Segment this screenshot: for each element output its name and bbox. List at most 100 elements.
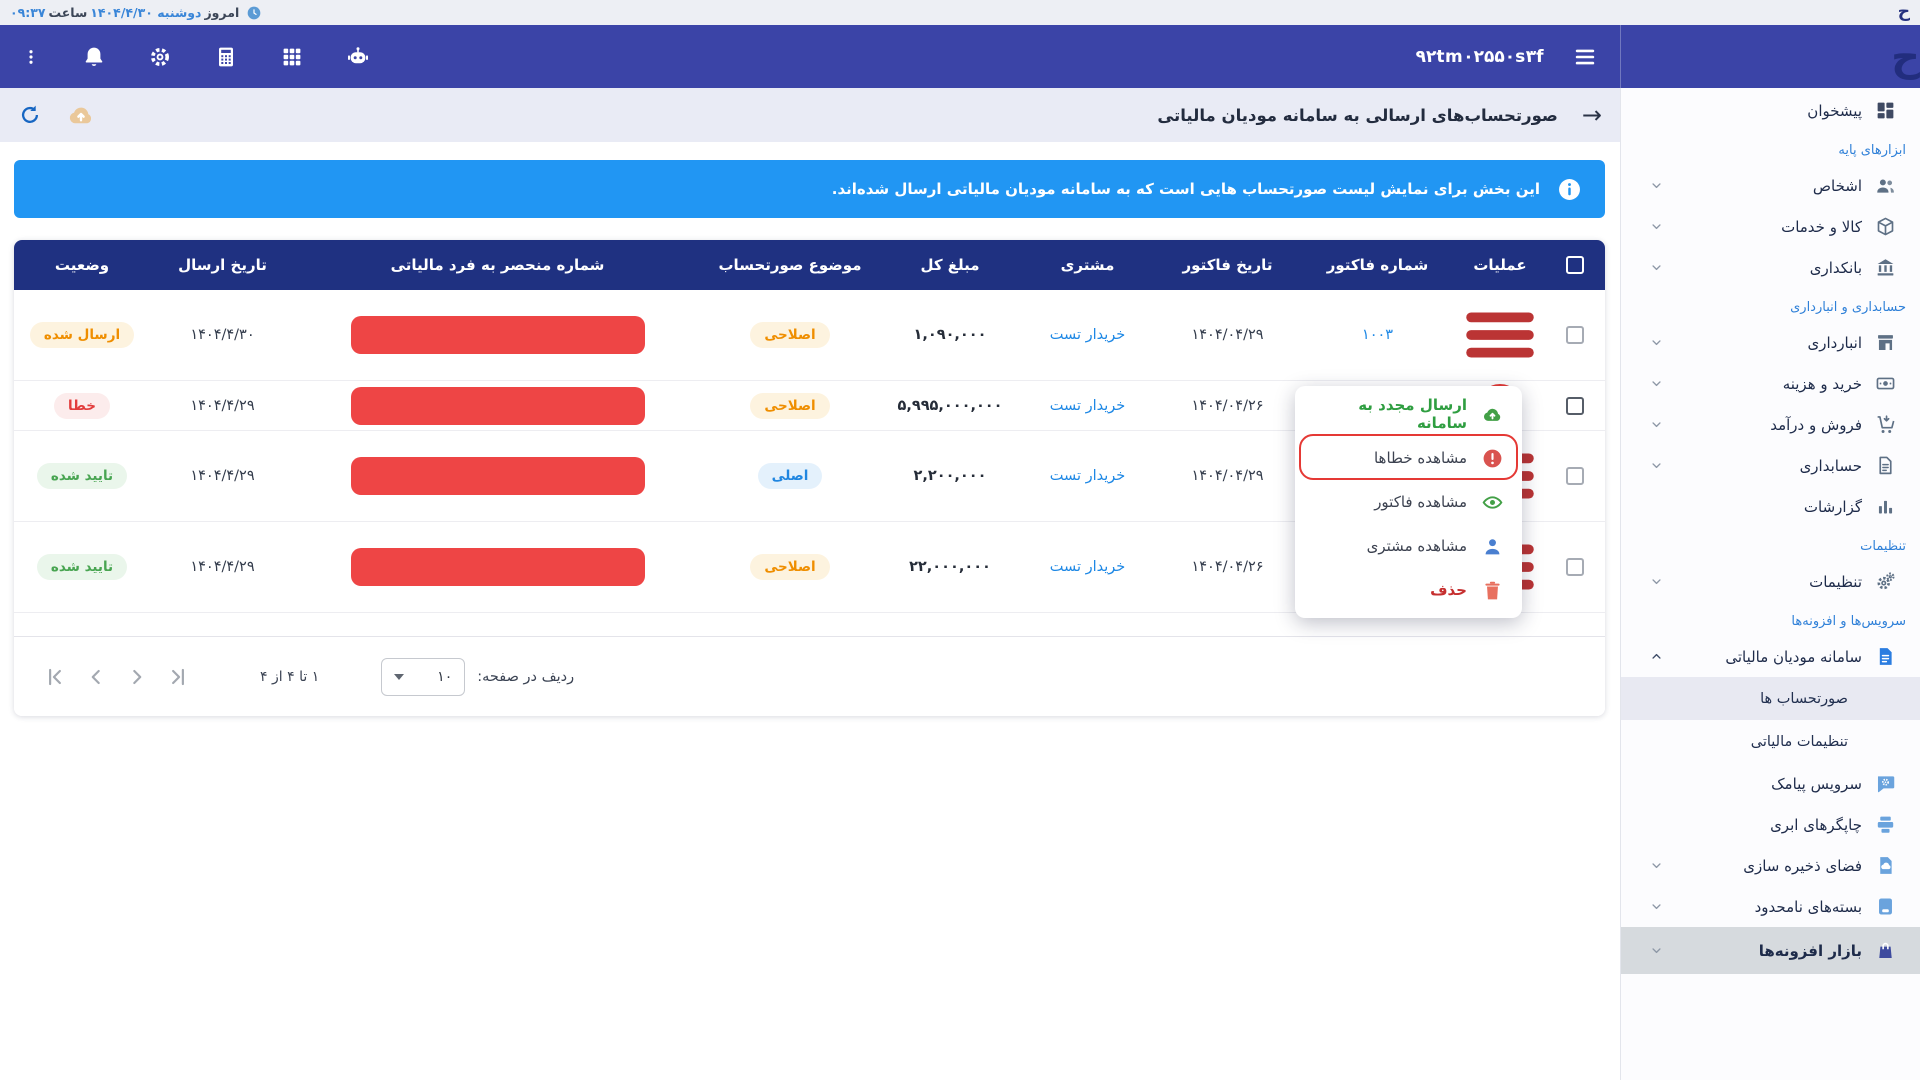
bag-icon bbox=[1875, 940, 1896, 961]
cell-subject: اصلاحی bbox=[700, 290, 880, 381]
status-badge: خطا bbox=[54, 393, 110, 419]
chevron-down-icon bbox=[1649, 943, 1664, 958]
sidebar-item-label: انبارداری bbox=[1807, 334, 1862, 352]
apps-grid-icon[interactable] bbox=[280, 45, 304, 69]
customer-link[interactable]: خریدار تست bbox=[1050, 559, 1125, 575]
cell-invoice-no: ۱۰۰۳ bbox=[1300, 290, 1455, 381]
sidebar-subitem[interactable]: صورتحساب ها bbox=[1621, 677, 1920, 720]
cell-select bbox=[1545, 290, 1605, 381]
cell-total: ۱,۰۹۰,۰۰۰ bbox=[880, 290, 1020, 381]
sidebar-item[interactable]: بانکداری bbox=[1621, 247, 1920, 288]
status-badge: تایید شده bbox=[37, 463, 127, 489]
sidebar-item[interactable]: تنظیمات bbox=[1621, 561, 1920, 602]
menu-item[interactable]: حذف bbox=[1295, 568, 1522, 612]
cloud-upload-toolbar-icon[interactable] bbox=[66, 100, 96, 130]
sidebar-item[interactable]: فضای ذخیره سازی bbox=[1621, 845, 1920, 886]
sidebar-item[interactable]: انبارداری bbox=[1621, 322, 1920, 363]
trash-icon bbox=[1481, 579, 1504, 602]
cell-status: خطا bbox=[14, 381, 150, 431]
rows-per-page-label: ردیف در صفحه: bbox=[477, 669, 574, 685]
sidebar-item[interactable]: پیشخوان bbox=[1621, 90, 1920, 131]
sidebar: پیشخوانابزارهای پایهاشخاصکالا و خدمات بان… bbox=[1620, 88, 1920, 1080]
row-actions-button[interactable] bbox=[1455, 290, 1545, 380]
row-checkbox[interactable] bbox=[1566, 326, 1584, 344]
sidebar-item[interactable]: بسته‌های نامحدود bbox=[1621, 886, 1920, 927]
document-icon bbox=[1875, 455, 1896, 476]
tax-uid-redacted-block bbox=[351, 457, 645, 495]
subject-badge: اصلاحی bbox=[750, 393, 829, 419]
menu-item[interactable]: مشاهده مشتری bbox=[1295, 524, 1522, 568]
prev-page-icon[interactable] bbox=[83, 664, 109, 690]
cell-subject: اصلاحی bbox=[700, 381, 880, 431]
cell-select bbox=[1545, 522, 1605, 613]
select-all-checkbox[interactable] bbox=[1566, 256, 1584, 274]
chevron-down-icon bbox=[1649, 376, 1664, 391]
rows-per-page-select[interactable]: ۱۰ bbox=[381, 658, 465, 696]
error-icon bbox=[1481, 447, 1504, 470]
sidebar-item-label: سرویس پیامک bbox=[1771, 775, 1862, 793]
menu-item[interactable]: مشاهده فاکتور bbox=[1295, 480, 1522, 524]
cell-customer: خریدار تست bbox=[1020, 431, 1155, 522]
hamburger-menu-icon[interactable] bbox=[1572, 44, 1598, 70]
sidebar-item[interactable]: سامانه مودیان مالیاتی bbox=[1621, 636, 1920, 677]
customer-link[interactable]: خریدار تست bbox=[1050, 468, 1125, 484]
next-page-icon[interactable] bbox=[124, 664, 150, 690]
menu-item[interactable]: ارسال مجدد به سامانه bbox=[1295, 392, 1522, 436]
sidebar-header: ح bbox=[1620, 25, 1920, 88]
notifications-bell-icon[interactable] bbox=[82, 45, 106, 69]
datetime: امروز دوشنبه ۱۴۰۴/۴/۳۰ ساعت ۰۹:۳۷ bbox=[10, 5, 262, 21]
sidebar-item[interactable]: فروش و درآمد bbox=[1621, 404, 1920, 445]
cash-icon bbox=[1875, 373, 1896, 394]
row-checkbox[interactable] bbox=[1566, 558, 1584, 576]
calculator-icon[interactable] bbox=[214, 45, 238, 69]
sidebar-item[interactable]: خرید و هزینه bbox=[1621, 363, 1920, 404]
sidebar-item-label: سامانه مودیان مالیاتی bbox=[1725, 648, 1862, 666]
last-page-icon[interactable] bbox=[165, 664, 191, 690]
cell-tax-uid bbox=[295, 431, 700, 522]
sidebar-item[interactable]: اشخاص bbox=[1621, 165, 1920, 206]
row-checkbox[interactable] bbox=[1566, 397, 1584, 415]
chevron-down-icon bbox=[1649, 458, 1664, 473]
chevron-down-icon bbox=[1649, 574, 1664, 589]
kebab-menu-icon[interactable] bbox=[22, 45, 40, 69]
cell-send-date: ۱۴۰۴/۴/۲۹ bbox=[150, 431, 295, 522]
chevron-down-icon bbox=[1649, 335, 1664, 350]
sidebar-section-label: ابزارهای پایه bbox=[1621, 131, 1920, 165]
refresh-icon[interactable] bbox=[18, 103, 42, 127]
chart-icon bbox=[1875, 496, 1896, 517]
customer-link[interactable]: خریدار تست bbox=[1050, 398, 1125, 414]
total-amount: ۵,۹۹۵,۰۰۰,۰۰۰ bbox=[897, 398, 1002, 414]
sidebar-subitem[interactable]: تنظیمات مالیاتی bbox=[1621, 720, 1920, 763]
total-amount: ۲۲,۰۰۰,۰۰۰ bbox=[909, 559, 991, 575]
settings-gear-icon[interactable] bbox=[148, 45, 172, 69]
sidebar-item[interactable]: کالا و خدمات bbox=[1621, 206, 1920, 247]
sidebar-item[interactable]: سرویس پیامک bbox=[1621, 763, 1920, 804]
status-badge: ارسال شده bbox=[30, 322, 134, 348]
menu-item-label: مشاهده خطاها bbox=[1374, 449, 1467, 467]
pagination-range: ۱ تا ۴ از ۴ bbox=[260, 669, 319, 685]
page-title-bar: → صورتحساب‌های ارسالی به سامانه مودیان م… bbox=[0, 88, 1620, 142]
menu-item[interactable]: مشاهده خطاها bbox=[1295, 436, 1522, 480]
sidebar-item-label: بانکداری bbox=[1810, 259, 1862, 277]
box-icon bbox=[1875, 216, 1896, 237]
header-customer: مشتری bbox=[1020, 240, 1155, 290]
rows-per-page-value: ۱۰ bbox=[437, 669, 452, 685]
titlebar-actions bbox=[18, 100, 96, 130]
eye-icon bbox=[1481, 491, 1504, 514]
chevron-up-icon bbox=[1649, 649, 1664, 664]
sidebar-item[interactable]: چاپگرهای ابری bbox=[1621, 804, 1920, 845]
status-badge: تایید شده bbox=[37, 554, 127, 580]
sidebar-item[interactable]: بازار افزونه‌ها bbox=[1621, 927, 1920, 974]
sidebar-item[interactable]: حسابداری bbox=[1621, 445, 1920, 486]
account-id[interactable]: ۹۲tm۰۲۵۵۰s۳f bbox=[1416, 47, 1544, 67]
first-page-icon[interactable] bbox=[42, 664, 68, 690]
sidebar-item[interactable]: گزارشات bbox=[1621, 486, 1920, 527]
invoice-number-link[interactable]: ۱۰۰۳ bbox=[1362, 327, 1393, 343]
page-title: صورتحساب‌های ارسالی به سامانه مودیان مال… bbox=[1157, 106, 1558, 125]
robot-assistant-icon[interactable] bbox=[346, 45, 370, 69]
back-arrow-icon[interactable]: → bbox=[1582, 103, 1602, 127]
customer-link[interactable]: خریدار تست bbox=[1050, 327, 1125, 343]
bank-icon bbox=[1875, 257, 1896, 278]
row-checkbox[interactable] bbox=[1566, 467, 1584, 485]
brand-logo-small: ح bbox=[1898, 4, 1910, 21]
